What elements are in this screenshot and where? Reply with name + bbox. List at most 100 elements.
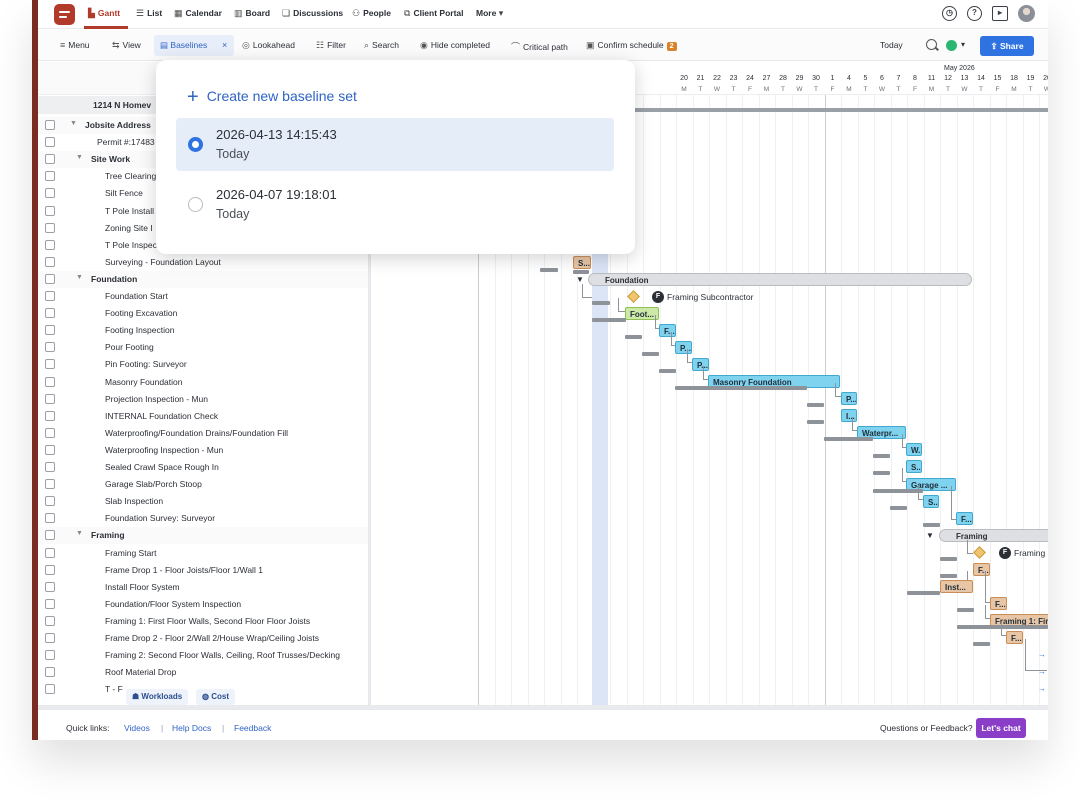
row-checkbox[interactable] bbox=[45, 615, 55, 626]
row-checkbox[interactable] bbox=[45, 598, 55, 609]
collapse-caret-icon[interactable]: ▼ bbox=[76, 274, 83, 281]
nav-board[interactable]: ▥ Board bbox=[234, 8, 270, 19]
row-checkbox[interactable] bbox=[45, 222, 55, 233]
collapse-caret-icon[interactable]: ▼ bbox=[76, 154, 83, 161]
videos-link[interactable]: Videos bbox=[124, 723, 150, 733]
row-checkbox[interactable] bbox=[45, 564, 55, 575]
cost-tab[interactable]: ◍ Cost bbox=[196, 689, 235, 705]
view-button[interactable]: ⇆ View bbox=[112, 40, 141, 51]
today-button[interactable]: Today bbox=[880, 40, 903, 50]
lookahead-button[interactable]: ◎ Lookahead bbox=[242, 40, 295, 51]
task-row[interactable]: Surveying - Foundation Layout bbox=[38, 254, 368, 271]
row-checkbox[interactable] bbox=[45, 239, 55, 250]
search-button[interactable]: ⌕ Search bbox=[364, 40, 399, 51]
task-row[interactable]: Roof Material Drop bbox=[38, 664, 368, 681]
task-bar-foundation-survey[interactable]: F... bbox=[956, 512, 973, 525]
collapse-foundation-icon[interactable]: ▼ bbox=[576, 275, 584, 284]
row-checkbox[interactable] bbox=[45, 120, 55, 130]
timer-icon[interactable]: ◷ bbox=[942, 6, 957, 21]
task-row[interactable]: Sealed Crawl Space Rough In bbox=[38, 459, 368, 476]
task-row[interactable]: Foundation Start bbox=[38, 288, 368, 305]
menu-button[interactable]: ≡ Menu bbox=[60, 40, 90, 50]
share-button[interactable]: ⇪ Share bbox=[980, 36, 1034, 56]
row-checkbox[interactable] bbox=[45, 547, 55, 558]
row-checkbox[interactable] bbox=[45, 154, 55, 165]
collapse-framing-icon[interactable]: ▼ bbox=[926, 531, 934, 540]
radio-unselected[interactable] bbox=[188, 197, 203, 212]
task-row[interactable]: Foundation Survey: Surveyor bbox=[38, 510, 368, 527]
row-checkbox[interactable] bbox=[45, 581, 55, 592]
task-row[interactable]: Slab Inspection bbox=[38, 493, 368, 510]
zoom-icon[interactable] bbox=[926, 39, 937, 50]
radio-selected[interactable] bbox=[188, 137, 203, 152]
row-checkbox[interactable] bbox=[45, 667, 55, 678]
video-icon[interactable]: ▸ bbox=[992, 6, 1008, 21]
task-row[interactable]: Waterproofing/Foundation Drains/Foundati… bbox=[38, 425, 368, 442]
row-checkbox[interactable] bbox=[45, 633, 55, 643]
row-checkbox[interactable] bbox=[45, 496, 55, 507]
create-baseline-button[interactable]: + Create new baseline set bbox=[187, 86, 357, 109]
task-bar-footing-excavation[interactable]: Foot... bbox=[625, 307, 659, 320]
task-row[interactable]: Footing Excavation bbox=[38, 305, 368, 322]
nav-gantt[interactable]: ▙ Gantt bbox=[88, 8, 120, 19]
nav-more[interactable]: More ▾ bbox=[476, 8, 506, 19]
row-checkbox[interactable] bbox=[45, 530, 55, 541]
task-row[interactable]: Framing 1: First Floor Walls, Second Flo… bbox=[38, 613, 368, 630]
task-group-row[interactable]: ▼ Framing bbox=[38, 527, 368, 545]
row-checkbox[interactable] bbox=[45, 376, 55, 387]
help-icon[interactable]: ? bbox=[967, 6, 982, 21]
nav-people[interactable]: ⚇ People bbox=[352, 8, 391, 19]
task-bar-frame-drop-2[interactable]: F... bbox=[1006, 631, 1023, 644]
row-checkbox[interactable] bbox=[45, 393, 55, 404]
critical-path-button[interactable]: ⌒ Critical path bbox=[511, 40, 568, 53]
online-status-icon[interactable] bbox=[946, 40, 957, 51]
lets-chat-button[interactable]: Let's chat bbox=[976, 718, 1026, 738]
task-row[interactable]: Frame Drop 2 - Floor 2/Wall 2/House Wrap… bbox=[38, 630, 368, 647]
group-bar-foundation[interactable]: Foundation bbox=[588, 273, 972, 286]
task-row[interactable]: Install Floor System bbox=[38, 579, 368, 596]
row-checkbox[interactable] bbox=[45, 427, 55, 438]
scroll-right-arrow-icon[interactable]: → bbox=[1038, 667, 1046, 676]
app-logo-icon[interactable] bbox=[54, 4, 75, 25]
scroll-right-arrow-icon[interactable]: → bbox=[1038, 650, 1046, 659]
task-bar-floor-inspection[interactable]: F... bbox=[990, 597, 1007, 610]
task-row[interactable]: Foundation/Floor System Inspection bbox=[38, 596, 368, 613]
row-checkbox[interactable] bbox=[45, 256, 55, 267]
task-row[interactable]: Footing Inspection bbox=[38, 322, 368, 339]
milestone-foundation-start[interactable] bbox=[627, 290, 640, 303]
task-bar-waterproofing-inspection[interactable]: W... bbox=[906, 443, 922, 456]
task-row[interactable]: Projection Inspection - Mun bbox=[38, 391, 368, 408]
task-bar-projection-inspection[interactable]: P... bbox=[841, 392, 857, 405]
row-checkbox[interactable] bbox=[45, 342, 55, 353]
task-row[interactable]: Waterproofing Inspection - Mun bbox=[38, 442, 368, 459]
task-row[interactable]: Frame Drop 1 - Floor Joists/Floor 1/Wall… bbox=[38, 562, 368, 579]
row-checkbox[interactable] bbox=[45, 188, 55, 199]
collapse-caret-icon[interactable]: ▼ bbox=[70, 120, 77, 127]
task-row[interactable]: Framing Start bbox=[38, 545, 368, 562]
filter-button[interactable]: ☷ Filter bbox=[316, 40, 346, 51]
nav-calendar[interactable]: ▦ Calendar bbox=[174, 8, 222, 19]
workloads-tab[interactable]: ☗ Workloads bbox=[126, 689, 189, 705]
task-bar-surveying[interactable]: S... bbox=[573, 256, 591, 269]
task-row[interactable]: Pin Footing: Surveyor bbox=[38, 356, 368, 373]
row-checkbox[interactable] bbox=[45, 359, 55, 370]
group-bar-framing[interactable]: Framing bbox=[939, 529, 1048, 542]
row-checkbox[interactable] bbox=[45, 410, 55, 421]
task-bar-slab-inspection[interactable]: S... bbox=[923, 495, 939, 508]
baselines-close-icon[interactable]: × bbox=[222, 40, 227, 50]
baseline-option[interactable]: 2026-04-13 14:15:43 Today bbox=[176, 118, 614, 171]
task-row[interactable]: INTERNAL Foundation Check bbox=[38, 408, 368, 425]
feedback-link[interactable]: Feedback bbox=[234, 723, 271, 733]
row-checkbox[interactable] bbox=[45, 513, 55, 524]
row-checkbox[interactable] bbox=[45, 291, 55, 301]
row-checkbox[interactable] bbox=[45, 137, 55, 148]
confirm-schedule-button[interactable]: ▣ Confirm schedule 2 bbox=[586, 40, 677, 51]
task-row[interactable]: Pour Footing bbox=[38, 339, 368, 356]
baseline-option[interactable]: 2026-04-07 19:18:01 Today bbox=[176, 178, 614, 231]
user-avatar[interactable] bbox=[1018, 5, 1035, 22]
hide-completed-button[interactable]: ◉ Hide completed bbox=[420, 40, 490, 51]
row-checkbox[interactable] bbox=[45, 650, 55, 661]
row-checkbox[interactable] bbox=[45, 444, 55, 455]
task-bar-sealed-crawl[interactable]: S... bbox=[906, 460, 922, 473]
row-checkbox[interactable] bbox=[45, 479, 55, 490]
